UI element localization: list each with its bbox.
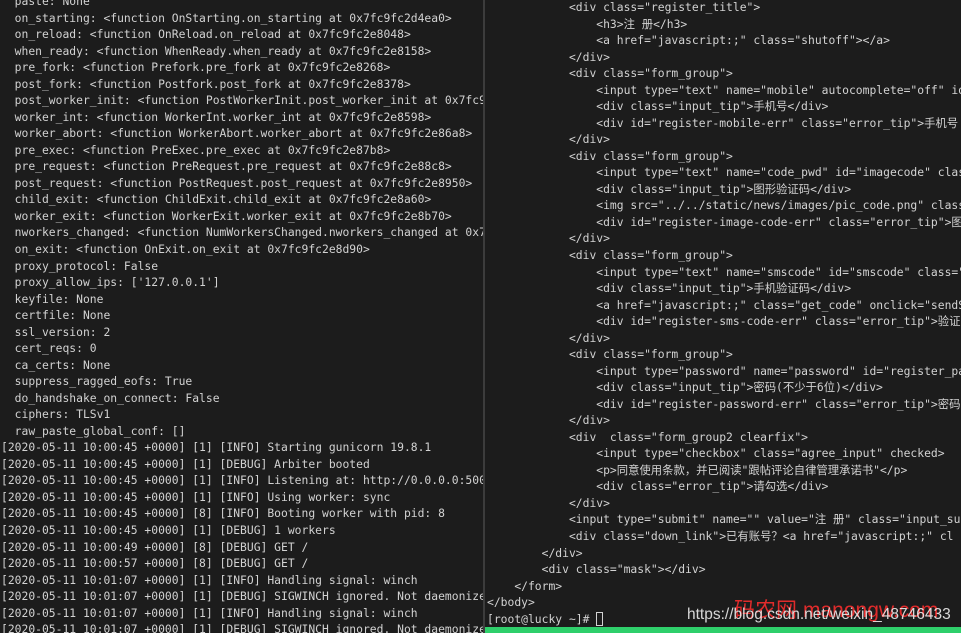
terminal-line: </div> (487, 330, 610, 345)
terminal-line: on_reload: <function OnReload.on_reload … (1, 27, 411, 42)
terminal-line: [2020-05-11 10:00:49 +0000] [8] [DEBUG] … (1, 539, 309, 554)
terminal-line: [2020-05-11 10:00:45 +0000] [1] [INFO] S… (1, 440, 432, 455)
terminal-line: post_worker_init: <function PostWorkerIn… (1, 93, 483, 108)
watermark-url: https://blog.csdn.net/weixin_48746433 (687, 606, 951, 623)
terminal-line: <div class="input_tip">手机验证码</div> (487, 281, 852, 296)
terminal-line: suppress_ragged_eofs: True (1, 374, 193, 389)
block-cursor-icon (596, 611, 604, 626)
terminal-line: <div class="input_tip">密码(不少于6位)</div> (487, 380, 883, 395)
terminal-output-left: paste: None on_starting: <function OnSta… (1, 0, 483, 633)
terminal-line: <p>同意使用条款，并已阅读"跟帖评论自律管理承诺书"</p> (487, 462, 908, 477)
terminal-line: <a href="javascript:;" class="get_code" … (487, 297, 961, 312)
terminal-line: </form> (487, 578, 563, 593)
terminal-line: <input type="checkbox" class="agree_inpu… (487, 446, 945, 461)
tmux-status-bar (485, 627, 961, 633)
terminal-line: <input type="text" name="smscode" id="sm… (487, 264, 961, 279)
shell-prompt: [root@lucky ~]# (487, 611, 597, 626)
terminal-line: [2020-05-11 10:00:45 +0000] [1] [INFO] L… (1, 473, 483, 488)
terminal-line: </div> (487, 495, 610, 510)
terminal-line: worker_int: <function WorkerInt.worker_i… (1, 109, 432, 124)
terminal-line: on_exit: <function OnExit.on_exit at 0x7… (1, 241, 370, 256)
terminal-line: nworkers_changed: <function NumWorkersCh… (1, 225, 483, 240)
terminal-line: ca_certs: None (1, 357, 111, 372)
terminal-line: [2020-05-11 10:01:07 +0000] [1] [INFO] H… (1, 605, 418, 620)
terminal-line: proxy_allow_ips: ['127.0.0.1'] (1, 275, 220, 290)
terminal-line: keyfile: None (1, 291, 104, 306)
terminal-line: <a href="javascript:;" class="shutoff"><… (487, 33, 890, 48)
terminal-pane-right[interactable]: <div class="register_title"> <h3>注 册</h3… (485, 0, 961, 633)
terminal-output-right: <div class="register_title"> <h3>注 册</h3… (487, 0, 961, 627)
terminal-line: <input type="text" name="mobile" autocom… (487, 82, 961, 97)
terminal-line: [2020-05-11 10:00:45 +0000] [8] [INFO] B… (1, 506, 445, 521)
terminal-line: [2020-05-11 10:01:07 +0000] [1] [DEBUG] … (1, 589, 483, 604)
terminal-line: post_request: <function PostRequest.post… (1, 175, 473, 190)
terminal-line: <div id="register-image-code-err" class=… (487, 214, 961, 229)
html-source-output: <div class="register_title"> <h3>注 册</h3… (487, 0, 961, 611)
terminal-line: <div class="down_link">已有账号？<a href="jav… (487, 529, 954, 543)
terminal-line: <div class="form_group"> (487, 347, 733, 362)
terminal-line: </div> (487, 413, 610, 428)
terminal-line: cert_reqs: 0 (1, 341, 97, 356)
terminal-line: <div id="register-password-err" class="e… (487, 396, 961, 411)
terminal-line: pre_request: <function PreRequest.pre_re… (1, 159, 452, 174)
terminal-line: <input type="text" name="code_pwd" id="i… (487, 165, 961, 180)
terminal-line: [2020-05-11 10:00:45 +0000] [1] [DEBUG] … (1, 456, 370, 471)
terminal-line: on_starting: <function OnStarting.on_sta… (1, 10, 452, 25)
terminal-pane-left[interactable]: paste: None on_starting: <function OnSta… (0, 0, 483, 633)
terminal-line: worker_exit: <function WorkerExit.worker… (1, 208, 452, 223)
terminal-line: <div class="form_group"> (487, 148, 733, 163)
terminal-line: worker_abort: <function WorkerAbort.work… (1, 126, 473, 141)
terminal-line: proxy_protocol: False (1, 258, 159, 273)
terminal-line: pre_exec: <function PreExec.pre_exec at … (1, 142, 391, 157)
terminal-line: <img src="../../static/news/images/pic_c… (487, 198, 961, 213)
terminal-line: </div> (487, 132, 610, 147)
terminal-line: <div id="register-sms-code-err" class="e… (487, 314, 961, 329)
terminal-line: [2020-05-11 10:01:07 +0000] [1] [INFO] H… (1, 572, 418, 587)
terminal-line: <div class="register_title"> (487, 0, 761, 14)
terminal-line: <input type="submit" name="" value="注 册"… (487, 512, 961, 527)
terminal-line: certfile: None (1, 308, 111, 323)
terminal-line: post_fork: <function Postfork.post_fork … (1, 76, 411, 91)
terminal-line: raw_paste_global_conf: [] (1, 423, 186, 438)
terminal-line: <div class="input_tip">手机号</div> (487, 99, 829, 114)
terminal-line: <div class="error_tip">请勾选</div> (487, 479, 829, 494)
terminal-line: </div> (487, 49, 610, 64)
terminal-line: when_ready: <function WhenReady.when_rea… (1, 43, 432, 58)
terminal-line: <input type="password" name="password" i… (487, 363, 961, 378)
terminal-line: do_handshake_on_connect: False (1, 390, 220, 405)
terminal-line: [2020-05-11 10:00:57 +0000] [8] [DEBUG] … (1, 556, 309, 571)
terminal-line: <div id="register-mobile-err" class="err… (487, 115, 959, 130)
terminal-line: child_exit: <function ChildExit.child_ex… (1, 192, 432, 207)
terminal-line: [2020-05-11 10:00:45 +0000] [1] [DEBUG] … (1, 523, 336, 537)
terminal-line: pre_fork: <function Prefork.pre_fork at … (1, 60, 391, 75)
terminal-line: [2020-05-11 10:01:07 +0000] [1] [DEBUG] … (1, 622, 483, 633)
terminal-line: paste: None (1, 0, 90, 8)
terminal-line: <div class="form_group2 clearfix"> (487, 429, 808, 444)
terminal-line: <div class="input_tip">图形验证码</div> (487, 181, 852, 196)
terminal-line: [2020-05-11 10:00:45 +0000] [1] [INFO] U… (1, 489, 391, 504)
terminal-line: ciphers: TLSv1 (1, 407, 111, 422)
terminal-line: <div class="mask"></div> (487, 562, 706, 577)
terminal-line: <div class="form_group"> (487, 66, 733, 81)
terminal-line: <h3>注 册</h3> (487, 16, 688, 31)
terminal-line: <div class="form_group"> (487, 247, 733, 262)
terminal-line: </div> (487, 545, 583, 560)
terminal-line: </div> (487, 231, 610, 246)
terminal-line: ssl_version: 2 (1, 324, 111, 339)
